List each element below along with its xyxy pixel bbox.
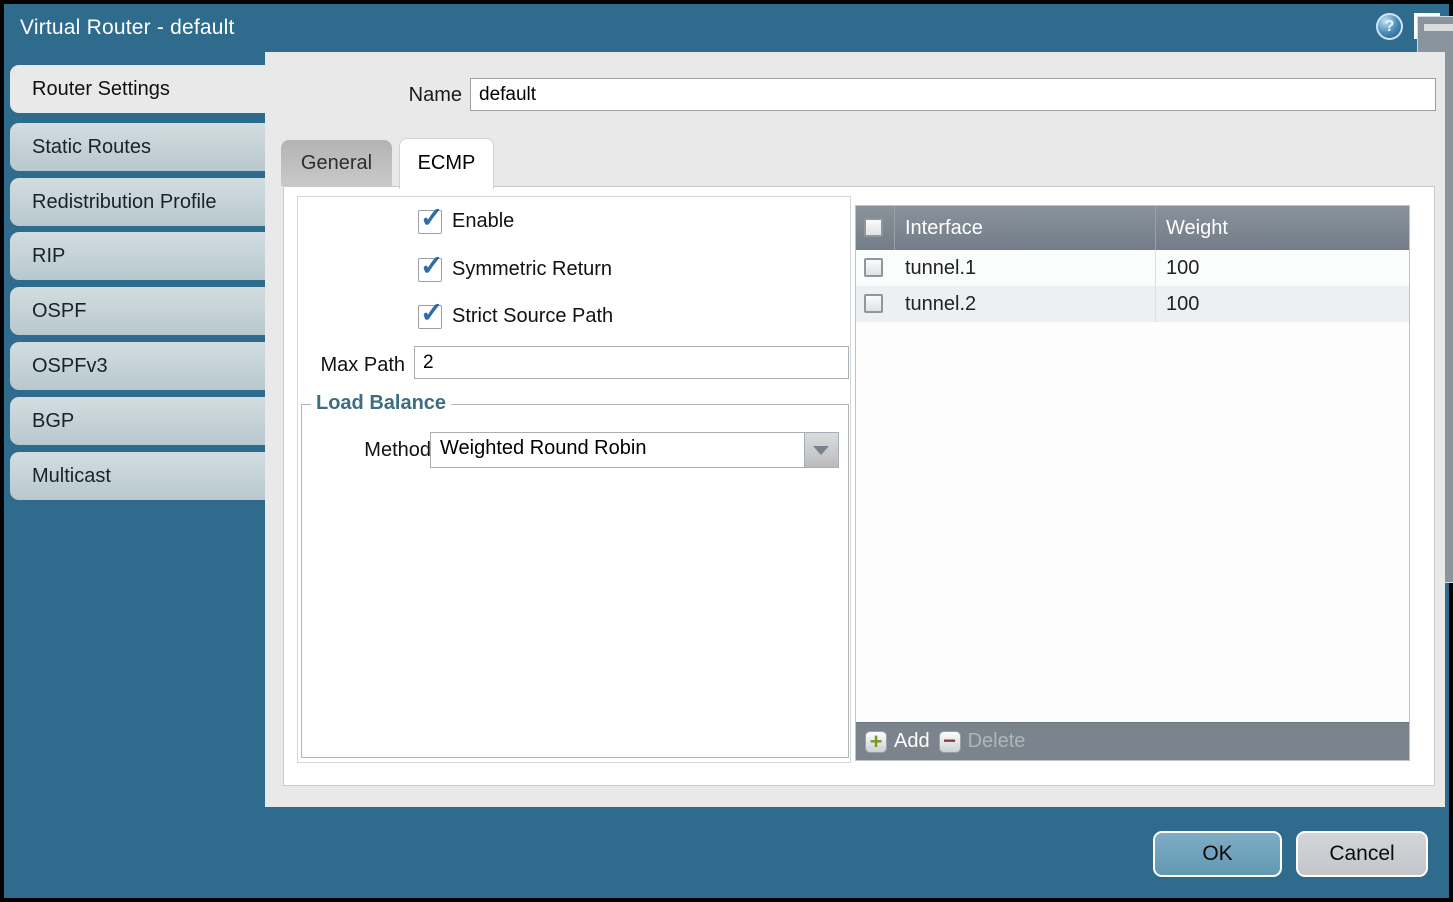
sidebar-item-static-routes[interactable]: Static Routes <box>10 123 265 171</box>
table-row[interactable]: tunnel.2 100 <box>856 286 1409 322</box>
ecmp-panel: ✓ Enable ✓ Symmetric Return ✓ Strict Sou… <box>283 186 1435 786</box>
interface-cell: tunnel.2 <box>895 286 1156 322</box>
page-title: Virtual Router - default <box>20 4 235 52</box>
sidebar-item-label: OSPF <box>32 300 86 322</box>
strict-source-path-checkbox[interactable] <box>418 305 442 329</box>
sidebar-item-label: OSPFv3 <box>32 355 108 377</box>
weight-column-header: Weight <box>1156 206 1409 250</box>
dropdown-arrow-button[interactable] <box>804 433 838 467</box>
delete-button[interactable]: − Delete <box>939 730 1026 753</box>
row-checkbox[interactable] <box>864 294 883 313</box>
row-checkbox-cell <box>856 286 895 322</box>
name-label: Name <box>345 84 462 107</box>
sidebar-item-multicast[interactable]: Multicast <box>10 452 265 500</box>
weight-cell: 100 <box>1156 250 1409 286</box>
sidebar-item-bgp[interactable]: BGP <box>10 397 265 445</box>
table-footer: + Add − Delete <box>856 722 1409 760</box>
strict-source-path-label: Strict Source Path <box>452 305 613 328</box>
interface-cell: tunnel.1 <box>895 250 1156 286</box>
enable-label: Enable <box>452 210 514 233</box>
weight-cell: 100 <box>1156 286 1409 322</box>
content-area: Name General ECMP ✓ Enable ✓ Symmetric R… <box>265 52 1445 807</box>
ok-button[interactable]: OK <box>1153 831 1282 877</box>
add-button-label: Add <box>894 730 930 753</box>
sidebar-item-label: Router Settings <box>32 78 170 100</box>
chevron-down-icon <box>813 446 829 455</box>
symmetric-return-checkbox[interactable] <box>418 258 442 282</box>
sidebar-item-label: Static Routes <box>32 136 151 158</box>
select-all-checkbox[interactable] <box>864 218 883 237</box>
load-balance-legend: Load Balance <box>311 392 451 415</box>
sidebar-item-label: RIP <box>32 245 65 267</box>
symmetric-return-label: Symmetric Return <box>452 258 612 281</box>
table-header: Interface Weight <box>856 206 1409 250</box>
sidebar-item-rip[interactable]: RIP <box>10 232 265 280</box>
sidebar-item-label: Multicast <box>32 465 111 487</box>
tab-ecmp[interactable]: ECMP <box>399 138 494 189</box>
tab-general[interactable]: General <box>281 140 392 186</box>
sidebar-item-redistribution-profile[interactable]: Redistribution Profile <box>10 178 265 226</box>
sidebar-item-label: Redistribution Profile <box>32 191 217 213</box>
method-dropdown-value: Weighted Round Robin <box>440 437 646 460</box>
row-checkbox[interactable] <box>864 258 883 277</box>
window-icon-pane <box>1424 24 1453 31</box>
name-input[interactable] <box>470 78 1436 111</box>
load-balance-group: Load Balance Method Weighted Round Robin <box>301 404 849 758</box>
method-dropdown[interactable]: Weighted Round Robin <box>430 432 839 468</box>
plus-icon: + <box>865 731 887 753</box>
help-icon[interactable]: ? <box>1376 13 1403 40</box>
max-path-label: Max Path <box>298 354 405 377</box>
cancel-button[interactable]: Cancel <box>1296 831 1428 877</box>
minus-icon: − <box>939 731 961 753</box>
sidebar-item-ospfv3[interactable]: OSPFv3 <box>10 342 265 390</box>
sidebar-item-ospf[interactable]: OSPF <box>10 287 265 335</box>
sidebar-item-label: BGP <box>32 410 74 432</box>
interface-column-header: Interface <box>895 206 1156 250</box>
title-bar: Virtual Router - default ? <box>4 4 1449 52</box>
row-checkbox-cell <box>856 250 895 286</box>
interface-table: Interface Weight tunnel.1 100 <box>855 205 1410 761</box>
max-path-input[interactable] <box>414 346 849 379</box>
method-label: Method <box>332 439 431 462</box>
sidebar-item-router-settings[interactable]: Router Settings <box>10 65 267 113</box>
add-button[interactable]: + Add <box>865 730 930 753</box>
window-icon[interactable] <box>1414 13 1440 39</box>
ecmp-settings-panel: ✓ Enable ✓ Symmetric Return ✓ Strict Sou… <box>297 196 851 763</box>
delete-button-label: Delete <box>968 730 1026 753</box>
virtual-router-dialog: Virtual Router - default ? Router Settin… <box>4 4 1449 898</box>
header-checkbox-cell <box>856 206 895 250</box>
table-row[interactable]: tunnel.1 100 <box>856 250 1409 286</box>
enable-checkbox[interactable] <box>418 210 442 234</box>
